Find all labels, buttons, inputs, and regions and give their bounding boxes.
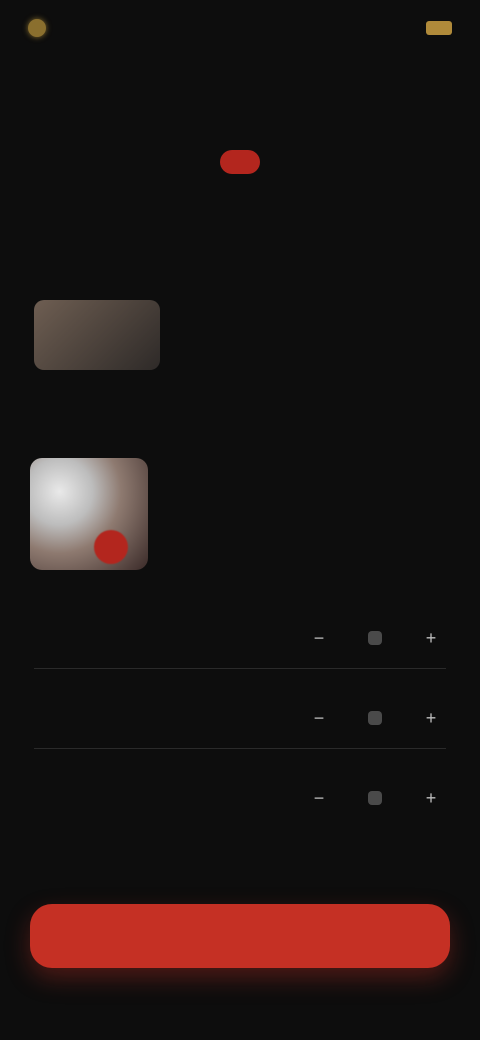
settings-row-1[interactable]: − + <box>34 618 446 658</box>
minus-icon[interactable]: − <box>304 703 334 733</box>
divider <box>34 748 446 749</box>
status-right <box>416 21 452 35</box>
plus-icon[interactable]: + <box>416 783 446 813</box>
settings-row-1-controls: − + <box>304 623 446 653</box>
value-box-icon <box>360 783 390 813</box>
value-box-icon <box>360 623 390 653</box>
tab-right[interactable] <box>406 150 446 174</box>
status-indicator-icon <box>28 19 46 37</box>
minus-icon[interactable]: − <box>304 783 334 813</box>
tab-middle[interactable] <box>220 150 260 174</box>
pick-thumbnail <box>30 458 148 570</box>
divider <box>34 668 446 669</box>
plus-icon[interactable]: + <box>416 703 446 733</box>
selected-movie-row[interactable] <box>34 300 446 370</box>
pick-card[interactable] <box>30 458 450 570</box>
primary-cta-button[interactable] <box>30 904 450 968</box>
status-bar <box>0 12 480 44</box>
segmented-tabs <box>34 140 446 184</box>
battery-icon <box>426 21 452 35</box>
settings-row-2-controls: − + <box>304 703 446 733</box>
plus-icon[interactable]: + <box>416 623 446 653</box>
value-box-icon <box>360 703 390 733</box>
settings-row-3[interactable]: − + <box>34 778 446 818</box>
tab-left[interactable] <box>34 150 74 174</box>
settings-row-3-controls: − + <box>304 783 446 813</box>
settings-row-2[interactable]: − + <box>34 698 446 738</box>
movie-poster <box>34 300 160 370</box>
status-left <box>28 19 56 37</box>
minus-icon[interactable]: − <box>304 623 334 653</box>
